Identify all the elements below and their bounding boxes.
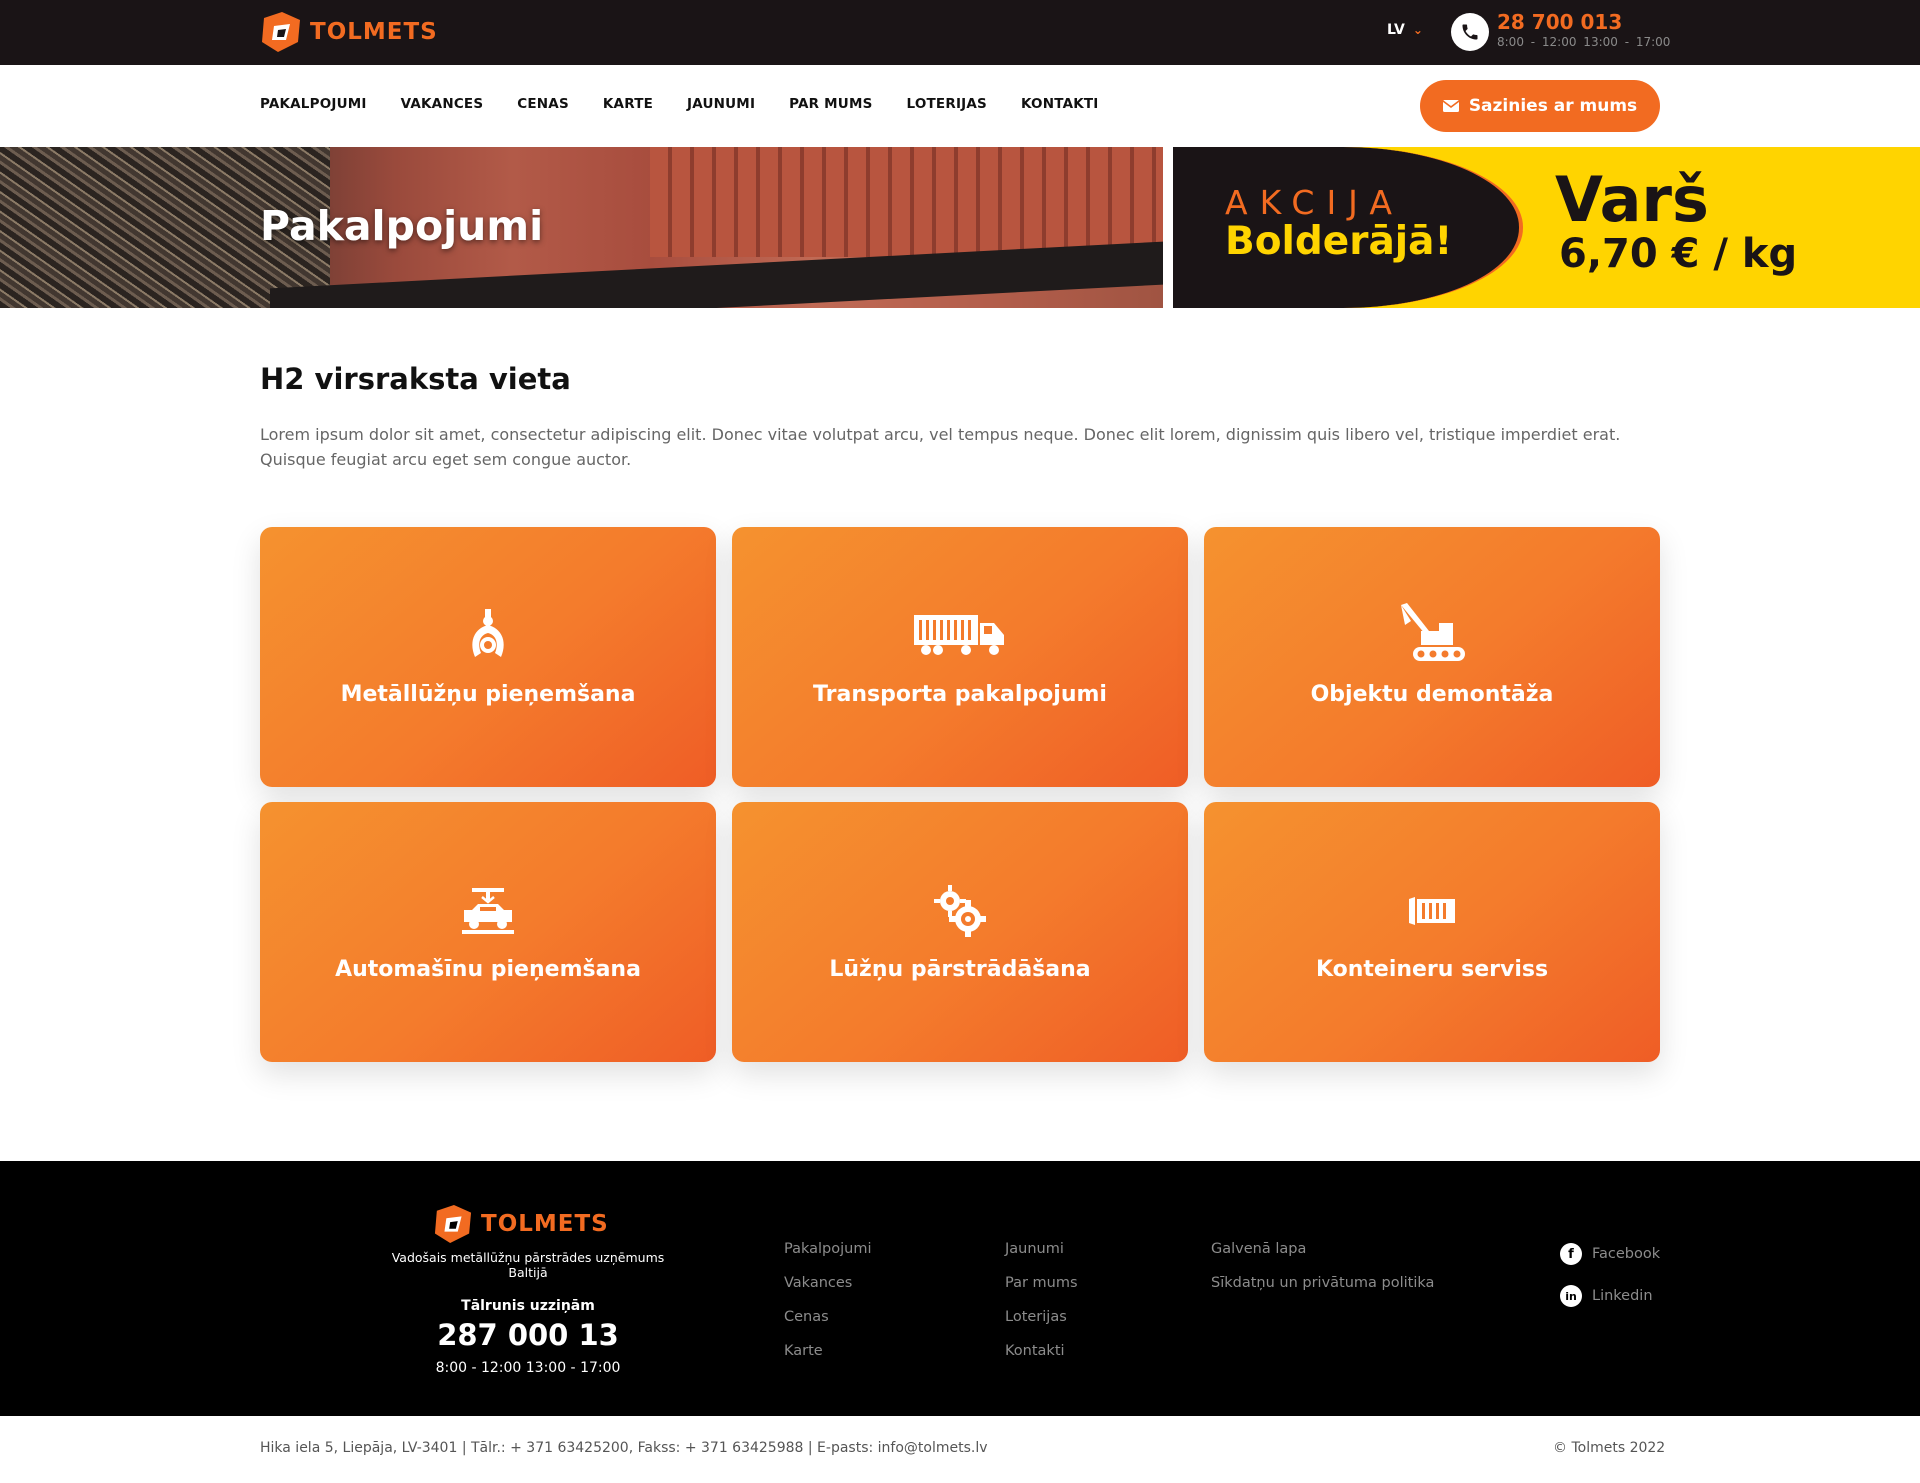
hero-banner: Pakalpojumi [0,147,1163,308]
footer-phone-label: Tālrunis uzziņām [461,1298,595,1314]
footer-links-col-1: Pakalpojumi Vakances Cenas Karte [784,1240,871,1361]
footer-link[interactable]: Vakances [784,1274,871,1293]
phone-icon[interactable] [1451,13,1489,51]
nav-item-vakances[interactable]: VAKANCES [401,96,484,112]
nav-item-jaunumi[interactable]: JAUNUMI [687,96,755,112]
service-card-cars[interactable]: Automašīnu pieņemšana [260,802,716,1062]
promo-akcija: AKCIJA [1225,183,1404,222]
footer-links-col-2: Jaunumi Par mums Loterijas Kontakti [1005,1240,1078,1361]
logo[interactable]: TOLMETS [260,12,438,52]
excavator-icon [1399,602,1465,664]
service-card-metal-scrap[interactable]: Metāllūžņu pieņemšana [260,527,716,787]
services-grid: Metāllūžņu pieņemšana Transporta pakalpo… [260,527,1660,1062]
truck-icon [914,608,1006,664]
social-facebook[interactable]: f Facebook [1560,1243,1660,1265]
header-phone-number[interactable]: 28 700 013 [1497,10,1622,34]
nav-item-par-mums[interactable]: PAR MUMS [789,96,872,112]
page-title: Pakalpojumi [260,202,544,250]
footer-link[interactable]: Sīkdatņu un privātuma politika [1211,1274,1434,1293]
footer-link[interactable]: Par mums [1005,1274,1078,1293]
ship-deck-image [650,147,1163,257]
tolmets-logo-icon [434,1205,472,1243]
tolmets-logo-icon [262,12,300,52]
section-heading: H2 virsraksta vieta [260,362,571,396]
contact-us-label: Sazinies ar mums [1468,96,1638,116]
service-card-containers[interactable]: Konteineru serviss [1204,802,1660,1062]
social-linkedin[interactable]: in Linkedin [1560,1285,1660,1307]
footer-social: f Facebook in Linkedin [1560,1243,1660,1307]
service-label: Lūžņu pārstrādāšana [829,956,1091,982]
claw-grapple-icon [465,608,511,664]
car-press-icon [462,883,514,939]
footer-link[interactable]: Loterijas [1005,1308,1078,1327]
container-icon [1409,883,1455,939]
section-lead: Lorem ipsum dolor sit amet, consectetur … [260,425,1621,469]
nav-item-karte[interactable]: KARTE [603,96,653,112]
service-card-demolition[interactable]: Objektu demontāža [1204,527,1660,787]
header-phone-hours: 8:00 - 12:00 13:00 - 17:00 [1497,35,1671,49]
logo-text: TOLMETS [310,19,438,45]
footer-link[interactable]: Jaunumi [1005,1240,1078,1259]
service-label: Transporta pakalpojumi [813,681,1107,707]
chevron-down-icon: ⌄ [1412,23,1423,37]
language-selector[interactable]: LV ⌄ [1387,22,1423,38]
nav-item-kontakti[interactable]: KONTAKTI [1021,96,1099,112]
bottom-contact-info: Hika iela 5, Liepāja, LV-3401 | Tālr.: +… [260,1440,988,1456]
promo-price: 6,70 € / kg [1559,231,1798,277]
footer-hours: 8:00 - 12:00 13:00 - 17:00 [435,1360,621,1376]
nav-item-cenas[interactable]: CENAS [517,96,569,112]
service-card-recycling[interactable]: Lūžņu pārstrādāšana [732,802,1188,1062]
promo-product: Varš [1555,163,1709,236]
language-label: LV [1387,22,1405,38]
footer-link[interactable]: Kontakti [1005,1342,1078,1361]
nav-item-loterijas[interactable]: LOTERIJAS [907,96,987,112]
footer-link[interactable]: Galvenā lapa [1211,1240,1434,1259]
footer-phone[interactable]: 287 000 13 [373,1318,683,1352]
service-label: Metāllūžņu pieņemšana [340,681,636,707]
service-label: Objektu demontāža [1310,681,1554,707]
footer-link[interactable]: Pakalpojumi [784,1240,871,1259]
gears-icon [934,883,986,939]
service-label: Konteineru serviss [1315,956,1549,982]
nav-item-pakalpojumi[interactable]: PAKALPOJUMI [260,96,367,112]
copyright: © Tolmets 2022 [1553,1440,1666,1456]
service-label: Automašīnu pieņemšana [335,956,641,982]
main-nav: PAKALPOJUMI VAKANCES CENAS KARTE JAUNUMI… [260,96,1133,112]
footer-links-col-3: Galvenā lapa Sīkdatņu un privātuma polit… [1211,1240,1434,1293]
social-label: Facebook [1592,1246,1661,1262]
footer-tagline: Vadošais metāllūžņu pārstrādes uzņēmums … [391,1250,665,1280]
contact-us-button[interactable]: Sazinies ar mums [1420,80,1660,132]
promo-location: Bolderājā! [1225,219,1453,264]
promo-banner[interactable]: AKCIJA Bolderājā! Varš 6,70 € / kg [1173,147,1920,308]
footer-link[interactable]: Karte [784,1342,871,1361]
footer-logo-text: TOLMETS [481,1211,609,1237]
envelope-icon [1442,100,1459,112]
facebook-icon: f [1560,1243,1582,1265]
footer-link[interactable]: Cenas [784,1308,871,1327]
linkedin-icon: in [1560,1285,1582,1307]
social-label: Linkedin [1592,1288,1653,1304]
service-card-transport[interactable]: Transporta pakalpojumi [732,527,1188,787]
footer-logo[interactable]: TOLMETS [433,1205,609,1243]
